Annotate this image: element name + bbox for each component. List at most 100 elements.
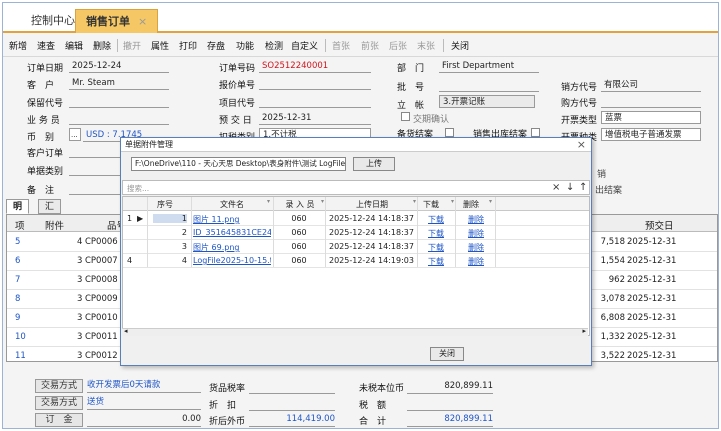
col-seq[interactable]: 序号 [151, 199, 179, 210]
invoice-type-select[interactable]: 蓝票 [601, 111, 701, 124]
col-expected[interactable]: 预交日 [645, 218, 674, 232]
buyer-code-field[interactable] [601, 95, 701, 108]
vendor-code-field[interactable]: 有限公司 [601, 79, 701, 92]
undo-button[interactable]: 撤开 [123, 39, 141, 52]
invoice-kind-select[interactable]: 增值税电子普通发票 [601, 128, 701, 141]
trade-method-button-1[interactable]: 交易方式 [35, 379, 83, 393]
close-button[interactable]: 关闭 [451, 39, 469, 52]
quote-no-field[interactable] [259, 77, 371, 90]
sort-icon[interactable]: ▾ [321, 198, 324, 205]
order-no-label: 订单号码 [219, 64, 256, 74]
last-record-button[interactable]: 末张 [417, 39, 435, 52]
dialog-close-button[interactable]: 关闭 [430, 347, 464, 361]
bill-confirm-checkbox[interactable] [401, 112, 410, 121]
sales-close-checkbox[interactable] [531, 128, 540, 137]
edit-button[interactable]: 编辑 [65, 39, 83, 52]
attachment-row[interactable]: 4 4 LogFile2025-10-15.txt 060 2025-12-24 14:… [123, 254, 589, 268]
close-icon[interactable]: × [577, 138, 586, 152]
cell-attach: 3 [77, 256, 83, 266]
customer-field[interactable]: Mr. Steam [69, 77, 169, 90]
order-date-field[interactable]: 2025-12-24 [69, 60, 169, 73]
next-record-button[interactable]: 后张 [389, 39, 407, 52]
col-uploader[interactable]: 录 入 员 [275, 199, 325, 210]
partially-hidden-label: 销 [597, 170, 607, 180]
batch-field[interactable] [439, 79, 539, 92]
customize-button[interactable]: 自定义 [291, 39, 318, 52]
function-button[interactable]: 功能 [236, 39, 254, 52]
col-item[interactable]: 项 [15, 218, 25, 232]
tab-summary[interactable]: 汇总 [38, 199, 62, 226]
delete-link[interactable]: 删除 [459, 228, 493, 239]
order-no-field[interactable]: SO2512240001 [259, 60, 371, 73]
trade-method-value-2[interactable]: 送货 [87, 396, 201, 410]
arrow-up-icon[interactable]: ↑ [579, 182, 587, 193]
tab-sales-order[interactable]: 销售订单 × [75, 9, 159, 33]
file-path-input[interactable]: F:\OneDrive\110 - 天心天思 Desktop\表身附件\测试 L… [131, 157, 346, 171]
sort-icon[interactable]: ▾ [451, 198, 454, 205]
prev-record-button[interactable]: 前张 [361, 39, 379, 52]
scroll-left-icon[interactable]: ◂ [124, 327, 128, 335]
upload-button[interactable]: 上传 [353, 157, 395, 171]
currency-picker-button[interactable]: ... [69, 128, 81, 141]
properties-button[interactable]: 属性 [151, 39, 169, 52]
stock-close-checkbox[interactable] [445, 128, 454, 137]
download-link[interactable]: 下载 [419, 242, 453, 253]
quick-search-button[interactable]: 速查 [37, 39, 55, 52]
col-divider [191, 197, 192, 267]
scroll-right-icon[interactable]: ▸ [582, 327, 586, 335]
attachment-row[interactable]: 2 ID_351645831CE24FB7A5 060 2025-12-24 14:1… [123, 226, 589, 240]
print-button[interactable]: 打印 [179, 39, 197, 52]
horizontal-scrollbar[interactable]: ◂ ▸ [122, 327, 588, 336]
attachment-row[interactable]: 3 图片 69.png 060 2025-12-24 14:18:37 下载 删除 [123, 240, 589, 254]
cell-upload-date: 2025-12-24 14:18:37 [329, 214, 414, 223]
delete-link[interactable]: 删除 [459, 214, 493, 225]
cell-filename[interactable]: LogFile2025-10-15.txt [193, 256, 271, 265]
first-record-button[interactable]: 首张 [332, 39, 350, 52]
cell-item: 8 [15, 294, 21, 304]
cell-seq: 3 [181, 242, 187, 251]
cell-filename[interactable]: 图片 69.png [193, 242, 271, 253]
sort-icon[interactable]: ▾ [267, 198, 270, 205]
col-upload-date[interactable]: 上传日期 [327, 199, 417, 210]
col-filename[interactable]: 文件名 [193, 199, 271, 210]
search-input[interactable]: 搜索... [127, 183, 149, 194]
trade-method-button-2[interactable]: 交易方式 [35, 396, 83, 410]
dept-field[interactable]: First Department [439, 60, 539, 73]
check-button[interactable]: 检测 [265, 39, 283, 52]
customer-order-label: 客户订单 [27, 149, 64, 159]
delete-link[interactable]: 删除 [459, 242, 493, 253]
close-icon[interactable]: × [138, 15, 147, 28]
download-link[interactable]: 下载 [419, 256, 453, 267]
tab-label: 销售订单 [86, 15, 130, 28]
cell-filename[interactable]: 图片 11.png [193, 214, 271, 225]
sort-icon[interactable]: ▾ [489, 198, 492, 205]
arrow-down-icon[interactable]: ↓ [566, 182, 574, 193]
col-attach[interactable]: 附件 [45, 218, 64, 232]
delete-link[interactable]: 删除 [459, 256, 493, 267]
cell-expected-date: 2025-12-31 [627, 256, 677, 266]
download-link[interactable]: 下载 [419, 228, 453, 239]
warranty-field[interactable] [69, 95, 169, 108]
new-button[interactable]: 新增 [9, 39, 27, 52]
account-select[interactable]: 3.开票记账 [439, 95, 535, 108]
toolbar-separator [325, 39, 326, 52]
clear-icon[interactable]: × [552, 182, 560, 193]
partially-hidden-label: 出结案 [595, 186, 623, 196]
attachment-grid: 序号 文件名 ▾ 录 入 员 ▾ 上传日期 ▾ 下载 ▾ 删除 ▾ 1 1 图片 1… [122, 196, 590, 336]
salesman-field[interactable] [69, 112, 169, 125]
col-delete[interactable]: 删除 [459, 199, 483, 210]
cell-filename[interactable]: ID_351645831CE24FB7A5 [193, 228, 271, 237]
attachment-row[interactable]: 1 1 图片 11.png 060 2025-12-24 14:18:37 下载 删除 ▶ [123, 212, 589, 226]
col-download[interactable]: 下载 [419, 199, 443, 210]
trade-method-value-1[interactable]: 收开发票后0天请款 [87, 379, 201, 393]
attachment-search-bar[interactable]: 搜索... × ↓ ↑ [122, 180, 590, 195]
sort-icon[interactable]: ▾ [413, 198, 416, 205]
deposit-button[interactable]: 订 金 [35, 413, 83, 427]
download-link[interactable]: 下载 [419, 214, 453, 225]
delete-button[interactable]: 删除 [93, 39, 111, 52]
save-button[interactable]: 存盘 [207, 39, 225, 52]
tab-detail[interactable]: 明细 [6, 199, 30, 226]
project-field[interactable] [259, 95, 371, 108]
salesman-label: 业 务 员 [27, 116, 60, 126]
expected-date-field[interactable]: 2025-12-31 [259, 112, 371, 125]
